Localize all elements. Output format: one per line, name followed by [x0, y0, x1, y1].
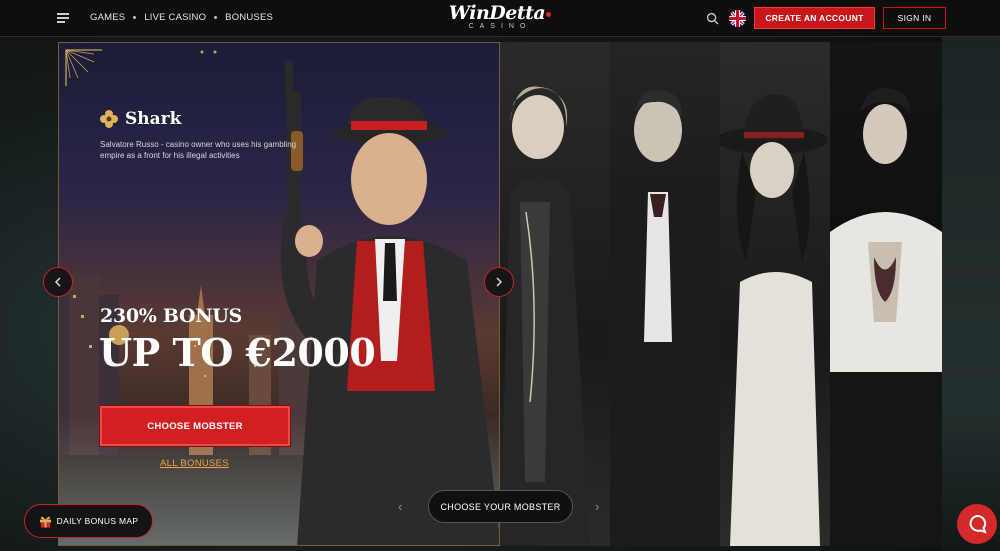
- choose-your-mobster-button[interactable]: CHOOSE YOUR MOBSTER: [428, 490, 573, 523]
- uk-flag-icon[interactable]: [729, 10, 746, 27]
- main-nav: GAMES LIVE CASINO BONUSES: [90, 12, 273, 23]
- choose-mobster-button[interactable]: CHOOSE MOBSTER: [100, 406, 290, 446]
- bonus-percent: 230% BONUS: [100, 305, 242, 327]
- mobster-title: Shark: [99, 109, 181, 129]
- top-header: GAMES LIVE CASINO BONUSES WinDetta CASIN…: [0, 0, 1000, 37]
- daily-bonus-map-button[interactable]: DAILY BONUS MAP: [24, 504, 153, 538]
- nav-separator: [133, 16, 137, 19]
- live-chat-button[interactable]: [957, 504, 997, 544]
- chevron-left-icon: [54, 277, 61, 287]
- art-deco-corner-ornament: [65, 49, 102, 86]
- nav-bonuses[interactable]: BONUSES: [225, 12, 273, 23]
- mobster-card-young[interactable]: [830, 42, 942, 546]
- carousel-next-button[interactable]: [484, 267, 514, 297]
- mobster-card-lady[interactable]: [720, 42, 830, 546]
- mobster-illustration: [280, 61, 499, 545]
- page: GAMES LIVE CASINO BONUSES WinDetta CASIN…: [0, 0, 1000, 551]
- create-account-button[interactable]: CREATE AN ACCOUNT: [754, 7, 875, 29]
- right-background-strip: [942, 37, 1000, 551]
- featured-mobster-panel: Shark Salvatore Russo - casino owner who…: [58, 42, 500, 546]
- mobster-name: Shark: [125, 109, 182, 129]
- mobster-card-gentleman[interactable]: [610, 42, 720, 546]
- logo-text: WinDetta: [448, 2, 546, 24]
- clover-emblem-icon: [100, 110, 118, 128]
- chat-bubble-icon: [969, 514, 987, 534]
- mobster-prev-arrow[interactable]: ‹: [398, 499, 402, 514]
- logo-subtext: CASINO: [468, 23, 532, 30]
- site-logo[interactable]: WinDetta CASINO: [440, 3, 560, 31]
- mobster-card-flapper[interactable]: [500, 42, 610, 546]
- nav-separator: [214, 16, 218, 19]
- all-bonuses-link[interactable]: ALL BONUSES: [160, 458, 229, 469]
- chevron-right-icon: [496, 277, 503, 287]
- carousel-prev-button[interactable]: [43, 267, 73, 297]
- mobster-next-arrow[interactable]: ›: [595, 499, 599, 514]
- search-icon[interactable]: [706, 12, 719, 25]
- gift-icon: [39, 516, 51, 528]
- bonus-amount: UP TO €2000: [99, 330, 376, 375]
- nav-live-casino[interactable]: LIVE CASINO: [144, 12, 206, 23]
- daily-bonus-label: DAILY BONUS MAP: [56, 516, 139, 526]
- decorative-dots: [200, 50, 217, 54]
- nav-games[interactable]: GAMES: [90, 12, 125, 23]
- sign-in-button[interactable]: SIGN IN: [883, 7, 946, 29]
- hamburger-menu-icon[interactable]: [57, 13, 69, 23]
- mobster-description: Salvatore Russo - casino owner who uses …: [100, 140, 297, 160]
